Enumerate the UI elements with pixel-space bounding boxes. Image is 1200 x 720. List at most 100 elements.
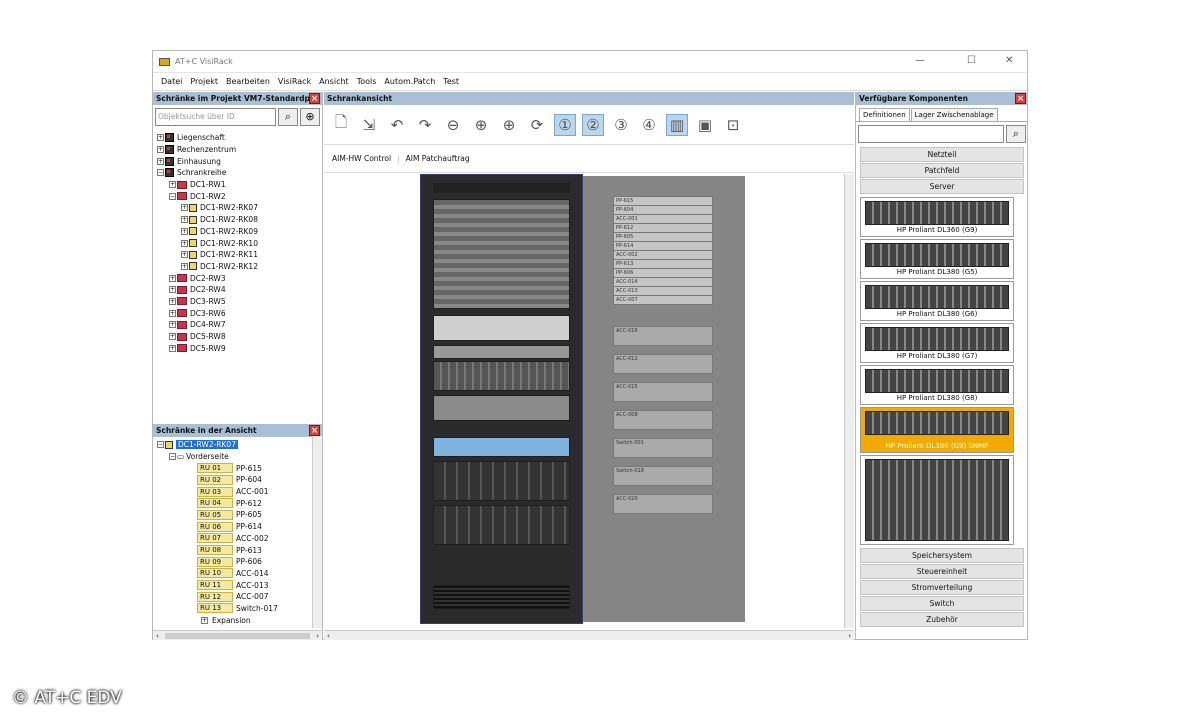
- view-3-icon[interactable]: ③: [610, 114, 632, 136]
- tree-node[interactable]: + DC1-RW2-RK10: [157, 237, 318, 249]
- rack-unit-row[interactable]: RU 01 PP-615: [157, 462, 308, 474]
- import-icon[interactable]: ⇲: [358, 114, 380, 136]
- menu-test[interactable]: Test: [443, 77, 459, 86]
- maximize-icon[interactable]: ☐: [967, 55, 976, 66]
- tab-definitionen[interactable]: Definitionen: [859, 108, 910, 121]
- refresh-icon[interactable]: ⟳: [526, 114, 548, 136]
- undo-icon[interactable]: ↶: [386, 114, 408, 136]
- close-window-icon[interactable]: ✕: [1005, 55, 1013, 66]
- menu-ansicht[interactable]: Ansicht: [319, 77, 349, 86]
- rear-slot[interactable]: Switch-001: [613, 438, 713, 458]
- rack-unit-row[interactable]: RU 07 ACC-002: [157, 533, 308, 545]
- view-tree-scrollbar[interactable]: [312, 436, 322, 628]
- rack-unit-row[interactable]: RU 08 PP-613: [157, 544, 308, 556]
- menu-autom-patch[interactable]: Autom.Patch: [384, 77, 435, 86]
- tree-node[interactable]: + DC1-RW2-RK12: [157, 261, 318, 273]
- component-item[interactable]: HP Proliant DL380 (G5): [860, 239, 1014, 279]
- rack-unit-row[interactable]: RU 05 PP-605: [157, 509, 308, 521]
- component-item[interactable]: [860, 455, 1014, 545]
- menu-tools[interactable]: Tools: [357, 77, 377, 86]
- tree-expansion-node[interactable]: + Expansion: [157, 614, 308, 626]
- category-netzteil[interactable]: Netzteil: [860, 147, 1024, 162]
- rack-unit-row[interactable]: RU 13 Switch-017: [157, 603, 308, 615]
- rear-slot[interactable]: ACC-020: [613, 494, 713, 514]
- rear-slot[interactable]: ACC-008: [613, 410, 713, 430]
- component-item[interactable]: HP Proliant DL380 (G7): [860, 323, 1014, 363]
- tree-node[interactable]: + DC5-RW9: [157, 342, 318, 354]
- category-switch[interactable]: Switch: [860, 596, 1024, 611]
- tree-node[interactable]: + DC1-RW2-RK09: [157, 226, 318, 238]
- menu-visirack[interactable]: VisiRack: [278, 77, 311, 86]
- view-4-icon[interactable]: ④: [638, 114, 660, 136]
- component-item[interactable]: HP Proliant DL360 (G9): [860, 197, 1014, 237]
- search-input[interactable]: Objektsuche über ID: [155, 108, 276, 126]
- view-1-icon[interactable]: ①: [554, 113, 576, 136]
- component-item[interactable]: HP Proliant DL380 (G6): [860, 281, 1014, 321]
- tree-node[interactable]: + Einhausung: [157, 155, 318, 167]
- category-zubehör[interactable]: Zubehör: [860, 612, 1024, 627]
- rack-unit-row[interactable]: RU 09 PP-606: [157, 556, 308, 568]
- zoom-search-icon[interactable]: ⊕: [300, 108, 320, 126]
- rack-unit-row[interactable]: RU 10 ACC-014: [157, 568, 308, 580]
- category-steuereinheit[interactable]: Steuereinheit: [860, 564, 1024, 579]
- tree-rack-node[interactable]: − DC1-RW2-RK07: [157, 439, 308, 451]
- zoom-in-icon[interactable]: ⊕: [470, 114, 492, 136]
- tree-node[interactable]: + DC1-RW2-RK11: [157, 249, 318, 261]
- tab-aim-patchauftrag[interactable]: AIM Patchauftrag: [406, 154, 470, 163]
- redo-icon[interactable]: ↷: [414, 114, 436, 136]
- canvas-hscrollbar[interactable]: ‹ ›: [324, 630, 854, 640]
- minimize-icon[interactable]: —: [915, 55, 925, 66]
- component-search-input[interactable]: [858, 125, 1004, 143]
- patch-icon[interactable]: ▣: [694, 114, 716, 136]
- tree-side-node[interactable]: − ▭ Vorderseite: [157, 451, 308, 463]
- rear-slot[interactable]: Switch-018: [613, 466, 713, 486]
- close-panel-icon[interactable]: ×: [1015, 93, 1026, 104]
- rear-slot[interactable]: ACC-016: [613, 326, 713, 346]
- menu-projekt[interactable]: Projekt: [190, 77, 218, 86]
- close-panel-icon[interactable]: ×: [309, 93, 320, 104]
- tree-node[interactable]: + Rechenzentrum: [157, 144, 318, 156]
- zoom-out-icon[interactable]: ⊖: [442, 114, 464, 136]
- close-panel-icon[interactable]: ×: [309, 425, 320, 436]
- category-server[interactable]: Server: [860, 179, 1024, 194]
- rear-slot[interactable]: ACC-012: [613, 354, 713, 374]
- rack-rear-view[interactable]: PP-615 PP-604 ACC-001 PP-612 PP-605 PP-614 ACC…: [583, 176, 745, 622]
- tab-aim-hw-control[interactable]: AIM-HW Control: [332, 154, 391, 163]
- new-document-icon[interactable]: 🗋: [330, 113, 352, 136]
- connect-icon[interactable]: ⊡: [722, 114, 744, 136]
- tree-node[interactable]: − DC1-RW2: [157, 190, 318, 202]
- search-icon[interactable]: ⌕: [1006, 125, 1026, 143]
- view-2-icon[interactable]: ②: [582, 113, 604, 136]
- tree-node[interactable]: + DC3-RW6: [157, 307, 318, 319]
- tree-node[interactable]: + Liegenschaft: [157, 132, 318, 144]
- rack-front-view[interactable]: [420, 174, 583, 624]
- category-speichersystem[interactable]: Speichersystem: [860, 548, 1024, 563]
- rack-unit-row[interactable]: RU 12 ACC-007: [157, 591, 308, 603]
- canvas-vscrollbar[interactable]: [844, 174, 854, 628]
- rack-unit-row[interactable]: RU 04 PP-612: [157, 497, 308, 509]
- left-hscrollbar[interactable]: ‹ ›: [153, 630, 322, 640]
- tree-node[interactable]: + DC1-RW1: [157, 179, 318, 191]
- rack-unit-row[interactable]: RU 11 ACC-013: [157, 579, 308, 591]
- menu-bearbeiten[interactable]: Bearbeiten: [226, 77, 270, 86]
- component-item[interactable]: HP Proliant DL380 (G8): [860, 365, 1014, 405]
- tree-node[interactable]: + DC2-RW4: [157, 284, 318, 296]
- component-item[interactable]: HP Proliant DL380 (G9) SNMP: [860, 407, 1014, 453]
- tree-node[interactable]: + DC1-RW2-RK07: [157, 202, 318, 214]
- tree-node[interactable]: + DC3-RW5: [157, 296, 318, 308]
- zoom-fit-icon[interactable]: ⊕: [498, 114, 520, 136]
- rear-slot[interactable]: ACC-007: [613, 295, 713, 305]
- tree-node[interactable]: + DC5-RW8: [157, 331, 318, 343]
- rack-unit-row[interactable]: RU 02 PP-604: [157, 474, 308, 486]
- tab-lager[interactable]: Lager Zwischenablage: [910, 108, 998, 121]
- rack-unit-row[interactable]: RU 03 ACC-001: [157, 486, 308, 498]
- tree-node[interactable]: + DC2-RW3: [157, 272, 318, 284]
- category-patchfeld[interactable]: Patchfeld: [860, 163, 1024, 178]
- layout-icon[interactable]: ▥: [666, 113, 688, 136]
- tree-node[interactable]: + DC1-RW2-RK08: [157, 214, 318, 226]
- tree-node[interactable]: + DC4-RW7: [157, 319, 318, 331]
- menu-datei[interactable]: Datei: [161, 77, 182, 86]
- tree-node[interactable]: − Schrankreihe: [157, 167, 318, 179]
- category-stromverteilung[interactable]: Stromverteilung: [860, 580, 1024, 595]
- rear-slot[interactable]: ACC-015: [613, 382, 713, 402]
